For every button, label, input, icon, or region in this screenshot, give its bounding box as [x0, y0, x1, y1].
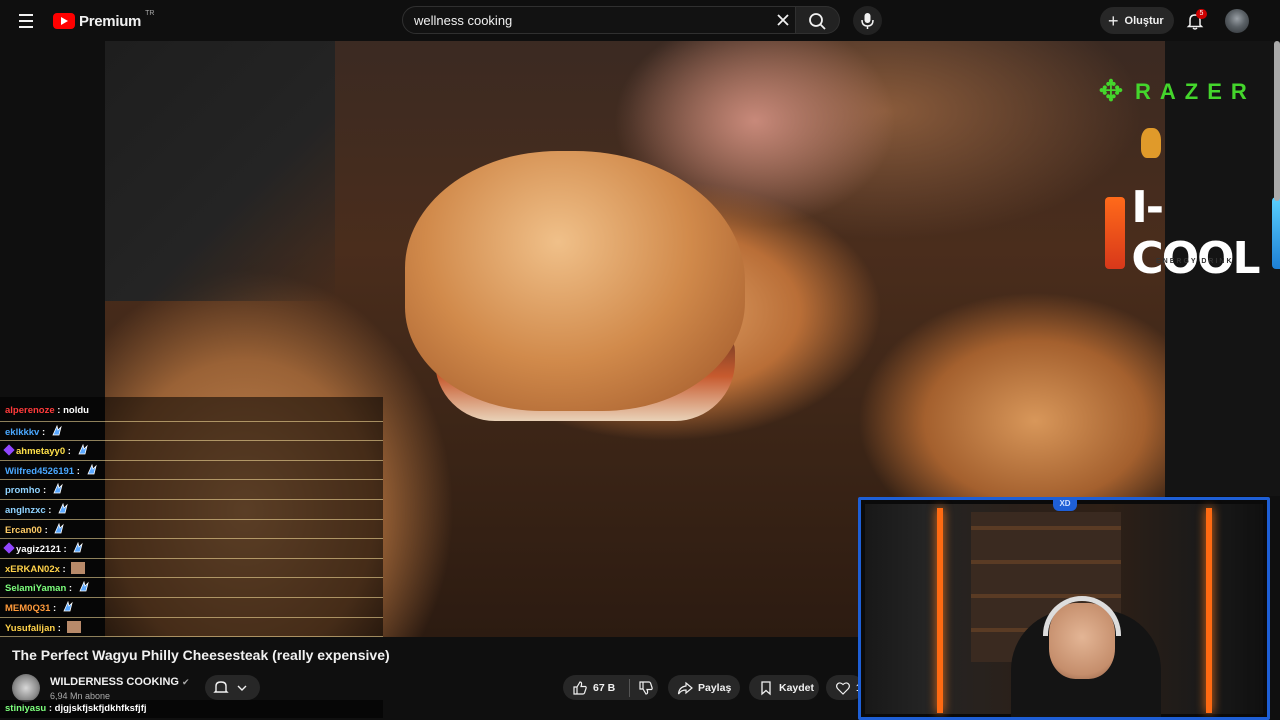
stream-chat-overlay: alperenoze : noldu eklkkkv : ahmetayy0 : … [0, 397, 383, 638]
emote-icon [78, 581, 90, 593]
razer-snake-icon: ✥ [1098, 75, 1124, 108]
voice-search-button[interactable] [853, 6, 882, 35]
heart-dollar-icon [836, 681, 850, 695]
chat-username: Yusufalijan [5, 622, 56, 634]
neon-light [1206, 508, 1212, 713]
save-label: Kaydet [779, 681, 815, 694]
create-button[interactable]: + Oluştur [1100, 7, 1174, 34]
chat-username: stiniyasu [5, 703, 47, 714]
emote-icon [51, 424, 63, 437]
emote-icon [86, 463, 98, 476]
chat-message: xERKAN02x : [0, 559, 383, 579]
twitch-icon [3, 542, 15, 554]
chat-message: alperenoze : noldu [0, 402, 383, 422]
chat-message: ahmetayy0 : [0, 441, 383, 461]
emote-icon [52, 483, 64, 495]
channel-name[interactable]: WILDERNESS COOKING ✔ [50, 676, 190, 688]
chat-username: MEM0Q31 [5, 603, 51, 614]
icool-text: I-COOL [1131, 182, 1260, 284]
chevron-down-icon [237, 685, 247, 691]
emote-icon [71, 561, 86, 574]
chat-message: Wilfred4526191 : [0, 461, 383, 481]
streamer-webcam [858, 497, 1270, 720]
webcam-logo-icon: XD [1053, 497, 1077, 511]
chat-message: anglnzxc : [0, 500, 383, 520]
chat-username: SelamiYaman [5, 583, 67, 595]
emote-icon [53, 522, 65, 535]
subscription-bell-button[interactable] [205, 675, 260, 700]
youtube-play-icon [53, 13, 75, 29]
search-icon [809, 13, 826, 30]
emote-icon [62, 601, 74, 613]
search-input[interactable] [414, 12, 754, 29]
thumbs-down-icon [639, 680, 653, 695]
chat-username: Wilfred4526191 [5, 465, 75, 477]
chat-username: alperenoze [5, 405, 55, 416]
youtube-premium-logo[interactable]: Premium TR [53, 10, 154, 32]
chat-message: Yusufalijan : [0, 618, 383, 638]
bell-icon [213, 681, 229, 693]
bookmark-icon [761, 680, 771, 695]
menu-icon[interactable] [14, 10, 38, 32]
icool-subtitle: ENERGY DRINK [1156, 258, 1234, 265]
create-label: Oluştur [1124, 14, 1164, 27]
chat-text: noldu [63, 405, 89, 416]
emote-icon [77, 444, 89, 456]
country-code: TR [145, 9, 155, 17]
energy-can-icon [1271, 197, 1280, 269]
sandwich-bun [405, 151, 745, 411]
notification-badge: 5 [1196, 9, 1207, 19]
neon-light [937, 508, 943, 713]
microphone-icon [861, 13, 874, 29]
chat-message: SelamiYaman : [0, 578, 383, 598]
chat-message: MEM0Q31 : [0, 598, 383, 618]
mascot-icon [1141, 128, 1161, 158]
emote-icon [57, 503, 69, 515]
chat-username: anglnzxc [5, 505, 46, 516]
share-icon [677, 681, 693, 694]
search-box[interactable] [402, 6, 796, 34]
clear-search-icon[interactable] [775, 12, 791, 28]
chat-username: ahmetayy0 [16, 446, 66, 458]
energy-can-icon [1105, 197, 1126, 269]
plus-icon: + [1108, 10, 1119, 31]
brand-label: Premium [79, 12, 142, 30]
chat-username: promho [5, 485, 41, 497]
video-title: The Perfect Wagyu Philly Cheesesteak (re… [12, 647, 390, 663]
chat-last-message: stiniyasu : djgjskfjskfjdkhfksfjfj [0, 700, 383, 718]
user-avatar[interactable] [1225, 9, 1249, 33]
chat-message: yagiz2121 : [0, 539, 383, 559]
twitch-icon [3, 444, 15, 456]
chat-text: djgjskfjskfjdkhfksfjfj [54, 703, 147, 714]
save-button[interactable]: Kaydet [749, 675, 819, 700]
like-count: 67 B [593, 681, 616, 694]
chat-username: eklkkkv [5, 426, 40, 438]
chat-username: yagiz2121 [16, 544, 61, 556]
verified-icon: ✔ [182, 677, 190, 687]
page-scrollbar[interactable] [1274, 41, 1280, 201]
chat-username: xERKAN02x [5, 563, 60, 575]
razer-logo: ✥ RAZER [1093, 74, 1256, 110]
search-button[interactable] [796, 6, 840, 34]
channel-name-text: WILDERNESS COOKING [50, 676, 179, 688]
chat-username: Ercan00 [5, 524, 42, 536]
chat-message: Ercan00 : [0, 520, 383, 540]
share-label: Paylaş [698, 681, 732, 694]
like-button[interactable]: 67 B [563, 675, 658, 700]
chat-message: eklkkkv : [0, 422, 383, 442]
emote-icon [66, 620, 81, 633]
share-button[interactable]: Paylaş [668, 675, 740, 700]
channel-avatar[interactable] [12, 674, 40, 702]
razer-text: RAZER [1135, 79, 1256, 104]
chat-message: promho : [0, 480, 383, 500]
thumbs-up-icon [573, 680, 587, 695]
emote-icon [72, 542, 84, 554]
